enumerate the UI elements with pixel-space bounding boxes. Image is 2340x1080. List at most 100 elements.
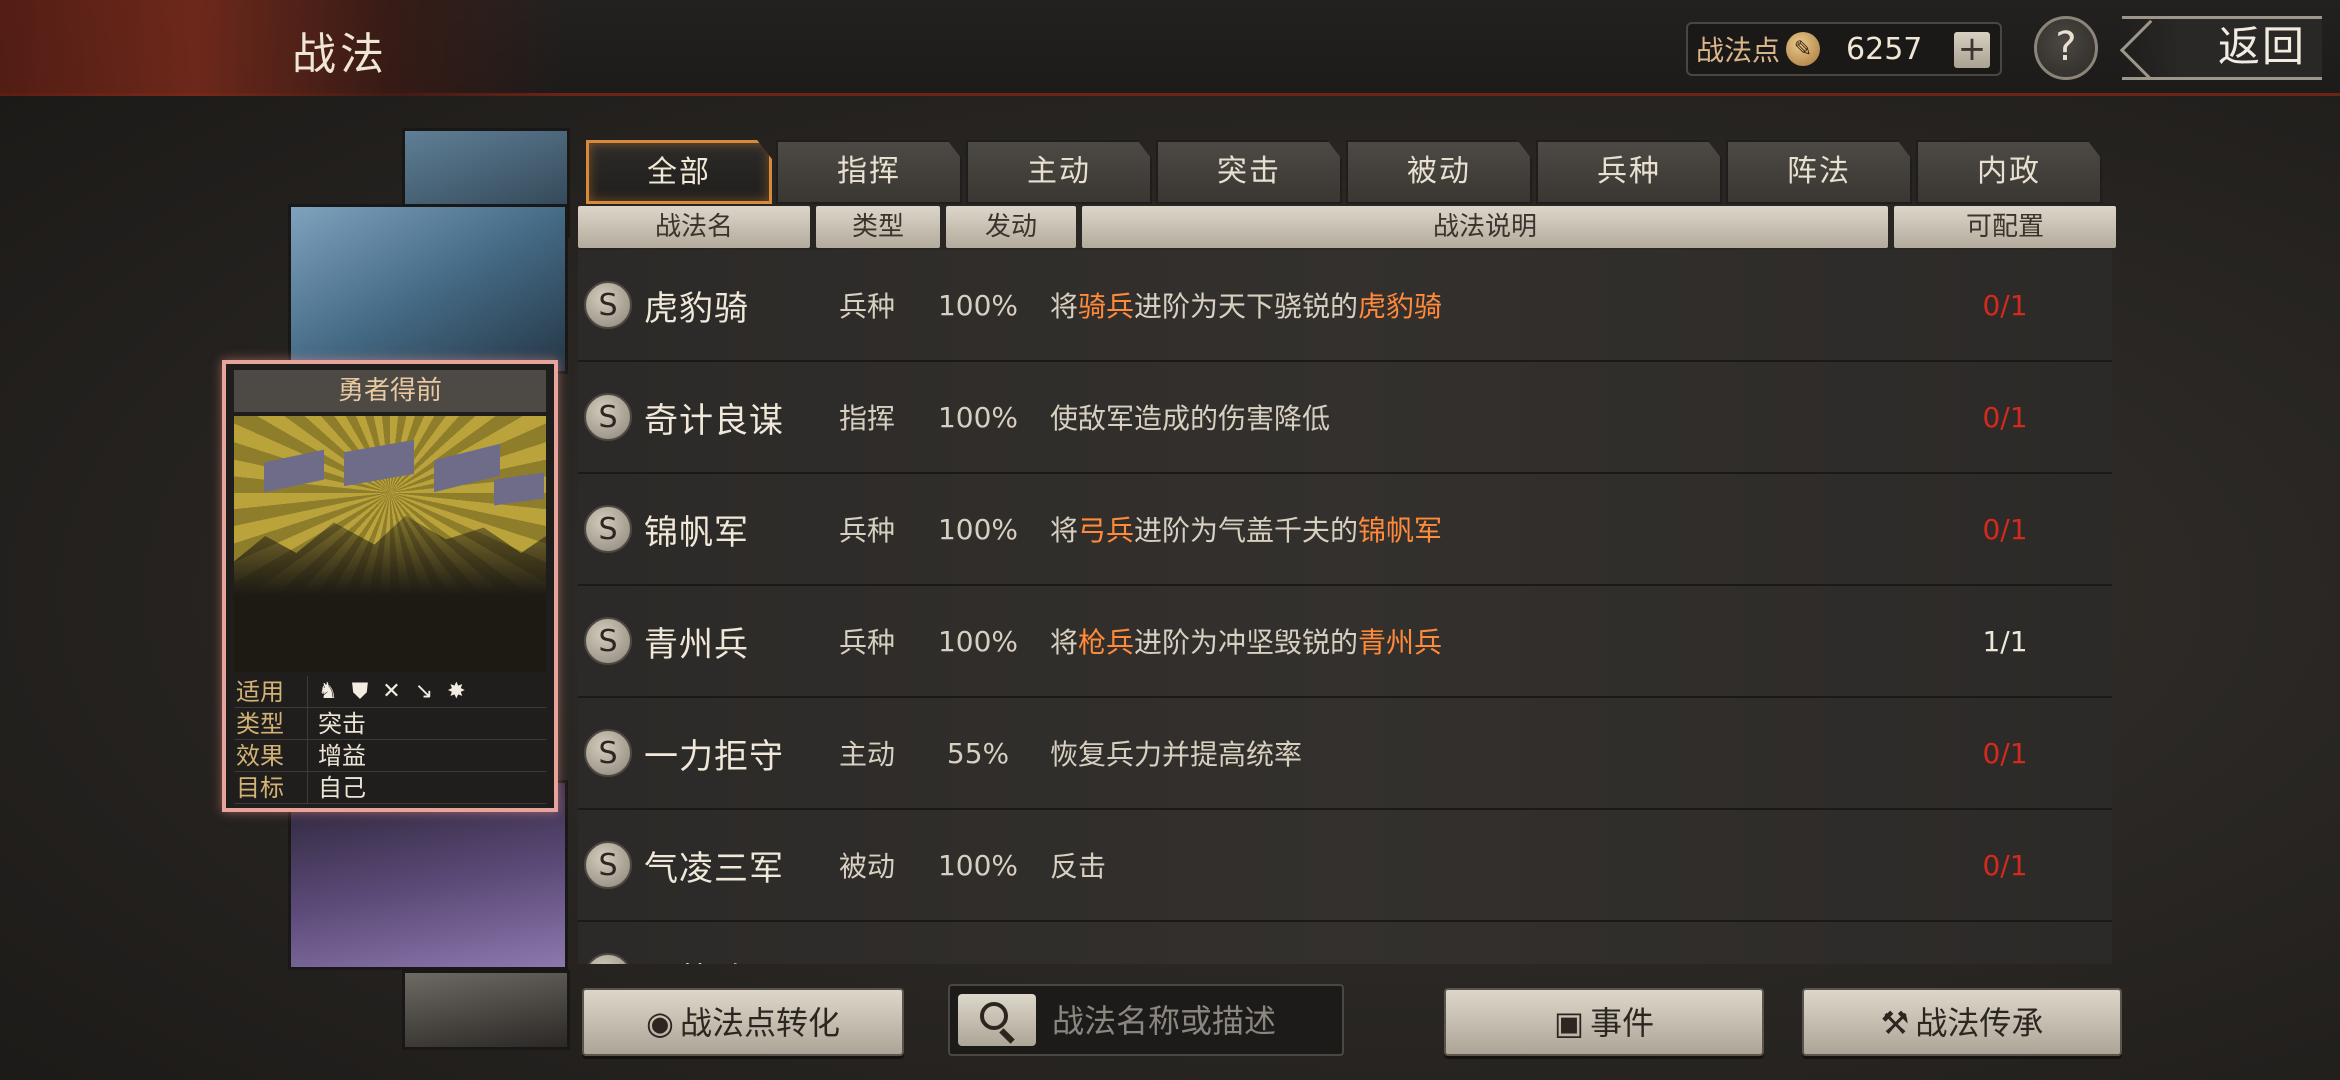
table-row[interactable]: S 一力拒守 主动 55% 恢复兵力并提高统率 0/1 [578, 698, 2112, 812]
card-key: 类型 [234, 708, 308, 739]
highlighted-term: 青州兵 [1358, 626, 1443, 659]
configurable-count: 0/1 [1982, 736, 2028, 770]
card-row-target: 目标 自己 [234, 772, 546, 804]
configurable-count: 0/1 [1982, 288, 2028, 322]
tactic-point-coin-icon: ✎ [1786, 32, 1821, 66]
configurable-count: 0/1 [1982, 512, 2028, 546]
convert-points-label: 战法点转化 [679, 1004, 840, 1042]
table-header: 战法名 类型 发动 战法说明 可配置 [578, 206, 2116, 248]
column-header-name[interactable]: 战法名 [578, 206, 810, 248]
highlighted-term: 锦帆军 [1358, 514, 1443, 547]
card-thumbnail[interactable] [402, 970, 570, 1050]
back-button[interactable]: 返回 [2122, 16, 2322, 80]
card-row-type: 类型 突击 [234, 708, 546, 740]
table-row[interactable]: S 锦帆军 兵种 100% 将弓兵进阶为气盖千夫的锦帆军 0/1 [578, 474, 2112, 588]
shield-icon: ⛊ [351, 678, 369, 704]
drop-icon: ◉ [646, 1004, 674, 1042]
tab-all[interactable]: 全部 [586, 140, 772, 204]
grade-badge-icon: S [584, 617, 632, 665]
card-attributes: 适用 ♞ ⛊ ✕ ↘ ✸ 类型 突击 效果 增益 目标 自己 [234, 676, 546, 804]
page-title: 战法 [292, 29, 388, 80]
wheel-icon: ✸ [447, 678, 466, 704]
add-points-button[interactable]: + [1954, 32, 1990, 68]
tactic-trigger-rate: 100% [937, 288, 1019, 322]
description-text: 进阶为天下骁锐的 [1134, 290, 1359, 323]
highlighted-term: 虎豹骑 [1358, 290, 1443, 323]
grade-badge-icon: S [584, 393, 632, 441]
card-thumbnail[interactable] [288, 204, 568, 374]
search-icon[interactable] [958, 994, 1036, 1046]
search-input[interactable] [1052, 994, 1332, 1048]
table-row[interactable]: S 虎豹骑 兵种 100% 将骑兵进阶为天下骁锐的虎豹骑 0/1 [578, 250, 2112, 364]
description-text: 恢复兵力并提高统率 [1050, 738, 1303, 771]
tactic-name: 奇计良谋 [644, 400, 784, 441]
grade-badge-icon: S [584, 841, 632, 889]
description-text: 反击 [1050, 850, 1107, 883]
configurable-count: 1/1 [1982, 624, 2028, 658]
tactic-trigger-rate: 100% [920, 961, 1036, 965]
top-bar: 战法 战法点 ✎ 6257 + ? 返回 [0, 0, 2340, 96]
grade-badge-icon: S [584, 505, 632, 553]
card-value: 突击 [318, 709, 366, 738]
card-row-effect: 效果 增益 [234, 740, 546, 772]
search-box[interactable] [948, 984, 1344, 1056]
tactic-trigger-rate: 100% [937, 400, 1019, 434]
tactic-name: 三势阵 [644, 953, 814, 965]
card-value: 自己 [318, 773, 366, 802]
tactic-type: 兵种 [838, 514, 895, 547]
crossed-bows-icon: ✕ [382, 678, 401, 704]
tab-command[interactable]: 指挥 [776, 140, 962, 204]
tactic-type: 兵种 [838, 626, 895, 659]
card-title: 勇者得前 [234, 370, 546, 412]
tactic-trigger-rate: 100% [937, 512, 1019, 546]
column-header-rate[interactable]: 发动 [946, 206, 1076, 248]
convert-points-button[interactable]: ◉ 战法点转化 [582, 988, 904, 1056]
tab-active[interactable]: 主动 [966, 140, 1152, 204]
configurable-count: 0/1 [1982, 400, 2028, 434]
table-row[interactable]: S 奇计良谋 指挥 100% 使敌军造成的伤害降低 0/1 [578, 362, 2112, 476]
highlighted-term: 弓兵 [1078, 514, 1135, 547]
description-text: 我将阵营不同时，获得增益 [1050, 962, 1386, 964]
tab-domestic[interactable]: 内政 [1916, 140, 2102, 204]
event-scroll-icon: ▣ [1553, 1004, 1585, 1042]
tactic-inherit-button[interactable]: ⚒ 战法传承 [1802, 988, 2122, 1056]
troop-type-icons: ♞ ⛊ ✕ ↘ ✸ [308, 676, 466, 707]
tactic-name: 虎豹骑 [644, 288, 749, 329]
tactic-type: 阵法 [814, 957, 920, 964]
column-header-type[interactable]: 类型 [816, 206, 940, 248]
tactic-name: 锦帆军 [644, 512, 749, 553]
tactic-points-box: 战法点 ✎ 6257 + [1686, 22, 2002, 76]
tactic-trigger-rate: 100% [937, 624, 1019, 658]
help-button[interactable]: ? [2034, 16, 2098, 80]
table-row[interactable]: S 气凌三军 被动 100% 反击 0/1 [578, 810, 2112, 924]
tactic-description: 恢复兵力并提高统率 [1036, 733, 1930, 773]
card-value: 增益 [318, 741, 366, 770]
tactics-list[interactable]: S 虎豹骑 兵种 100% 将骑兵进阶为天下骁锐的虎豹骑 0/1 S 奇计良谋 指挥 100% 使敌… [578, 250, 2112, 964]
table-row[interactable]: S 三势阵阵法100% 我将阵营不同时，获得增益 0/1 [578, 922, 2112, 964]
card-key: 适用 [234, 676, 308, 707]
description-text: 进阶为气盖千夫的 [1134, 514, 1359, 547]
tactic-trigger-rate: 100% [937, 848, 1019, 882]
spear-icon: ↘ [414, 678, 434, 704]
tactic-description: 将骑兵进阶为天下骁锐的虎豹骑 [1036, 285, 1930, 325]
description-text: 将 [1050, 626, 1079, 659]
tab-formation[interactable]: 阵法 [1726, 140, 1912, 204]
table-row[interactable]: S 青州兵 兵种 100% 将枪兵进阶为冲坚毁锐的青州兵 1/1 [578, 586, 2112, 700]
tab-passive[interactable]: 被动 [1346, 140, 1532, 204]
events-button[interactable]: ▣ 事件 [1444, 988, 1764, 1056]
tab-assault[interactable]: 突击 [1156, 140, 1342, 204]
card-key: 效果 [234, 740, 308, 771]
highlighted-term: 骑兵 [1078, 290, 1135, 323]
grade-badge-icon: S [584, 729, 632, 777]
hammer-icon: ⚒ [1880, 1004, 1910, 1042]
tab-troop[interactable]: 兵种 [1536, 140, 1722, 204]
tactic-type: 被动 [838, 850, 895, 883]
tactic-trigger-rate: 55% [946, 736, 1010, 770]
selected-tactic-card[interactable]: 勇者得前 适用 ♞ ⛊ ✕ ↘ ✸ 类型 突击 效果 增益 目标 自己 [222, 360, 558, 812]
tactic-name: 青州兵 [644, 624, 749, 665]
tactic-description: 将弓兵进阶为气盖千夫的锦帆军 [1036, 509, 1930, 549]
title-brush-decoration [0, 0, 560, 96]
category-tabs: 全部 指挥 主动 突击 被动 兵种 阵法 内政 [586, 140, 2102, 204]
highlighted-term: 枪兵 [1078, 626, 1135, 659]
column-header-configurable[interactable]: 可配置 [1894, 206, 2116, 248]
